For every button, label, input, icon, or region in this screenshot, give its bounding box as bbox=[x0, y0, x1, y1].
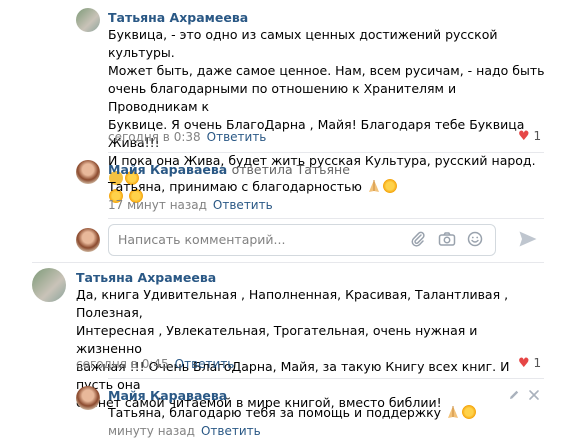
avatar bbox=[76, 228, 100, 252]
comment-time[interactable]: сегодня в 0:38 bbox=[108, 130, 201, 144]
comment-text-line: Интересная , Увлекательная, Трогательная… bbox=[76, 323, 478, 356]
reply-button[interactable]: Ответить bbox=[207, 130, 267, 144]
comment-author[interactable]: Майя Караваева bbox=[108, 388, 227, 403]
comment-text: Татьяна, благодарю тебя за помощь и подд… bbox=[108, 404, 477, 422]
close-icon[interactable] bbox=[528, 389, 540, 401]
divider bbox=[108, 152, 544, 153]
comment-text-line: очень благодарными по отношению к Хранит… bbox=[108, 81, 457, 114]
comment-author[interactable]: Майя Караваева ответила Татьяне bbox=[108, 162, 350, 177]
reply-button[interactable]: Ответить bbox=[175, 357, 235, 371]
comment-time[interactable]: 17 минут назад bbox=[108, 198, 207, 212]
avatar[interactable] bbox=[76, 160, 100, 184]
comment-time[interactable]: минуту назад bbox=[108, 424, 195, 438]
reply-to-label[interactable]: ответила Татьяне bbox=[232, 162, 350, 177]
comment-text-line: Буквица, - это одно из самых ценных дост… bbox=[108, 27, 498, 60]
comment-text-line: Может быть, даже самое ценное. Нам, всем… bbox=[108, 63, 545, 78]
divider bbox=[32, 262, 544, 263]
comment-text-line: Да, книга Удивительная , Наполненная, Кр… bbox=[76, 287, 509, 320]
heart-icon: ♥ bbox=[518, 356, 530, 371]
comment-meta: 17 минут назад Ответить bbox=[108, 198, 273, 212]
like-button[interactable]: ♥ 1 bbox=[518, 356, 541, 371]
sun-icon bbox=[462, 405, 477, 419]
folded-hands-icon bbox=[448, 406, 459, 418]
comment-input-placeholder: Написать комментарий... bbox=[118, 232, 286, 247]
reply-button[interactable]: Ответить bbox=[213, 198, 273, 212]
send-icon[interactable] bbox=[518, 230, 538, 248]
heart-icon: ♥ bbox=[518, 129, 530, 144]
like-count: 1 bbox=[533, 356, 542, 370]
folded-hands-icon bbox=[368, 180, 379, 192]
edit-icon[interactable] bbox=[508, 389, 520, 401]
camera-icon[interactable] bbox=[438, 231, 456, 247]
avatar[interactable] bbox=[76, 386, 100, 410]
comment-meta: минуту назад Ответить bbox=[108, 424, 261, 438]
sun-icon bbox=[382, 179, 397, 193]
like-button[interactable]: ♥ 1 bbox=[518, 129, 541, 144]
comment-author[interactable]: Татьяна Ахрамеева bbox=[76, 270, 216, 285]
reply-button[interactable]: Ответить bbox=[201, 424, 261, 438]
emoji-icon[interactable] bbox=[467, 231, 483, 247]
comment-author[interactable]: Татьяна Ахрамеева bbox=[108, 10, 248, 25]
divider bbox=[108, 378, 544, 379]
comment-meta: сегодня в 0:45 Ответить bbox=[76, 357, 234, 371]
divider bbox=[108, 218, 544, 219]
comment-text: Татьяна, принимаю с благодарностью bbox=[108, 178, 398, 196]
comment-meta: сегодня в 0:38 Ответить bbox=[108, 130, 266, 144]
paperclip-icon[interactable] bbox=[410, 231, 426, 247]
avatar[interactable] bbox=[76, 8, 100, 32]
comment-time[interactable]: сегодня в 0:45 bbox=[76, 357, 169, 371]
avatar[interactable] bbox=[32, 268, 66, 302]
like-count: 1 bbox=[533, 129, 542, 143]
